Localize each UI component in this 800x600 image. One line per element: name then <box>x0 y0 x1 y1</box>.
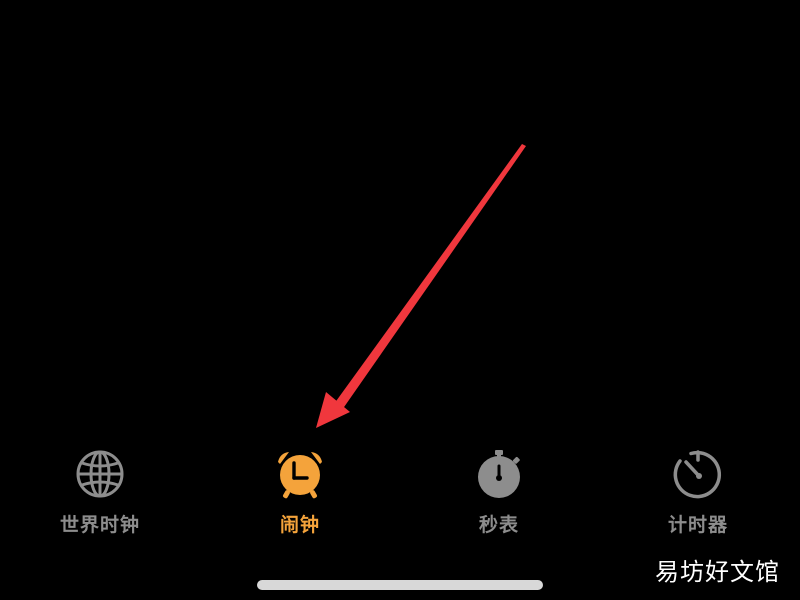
alarm-clock-icon <box>278 452 322 499</box>
tab-label-timer: 计时器 <box>667 514 728 536</box>
tab-timer[interactable]: 计时器 <box>618 448 778 540</box>
timer-icon <box>673 450 721 499</box>
tab-bar: 世界时钟 闹钟 秒表 计时器 <box>0 440 800 550</box>
tab-stopwatch[interactable]: 秒表 <box>419 448 579 540</box>
clock-app-screen: 世界时钟 闹钟 秒表 计时器 易坊好文馆 <box>0 0 800 600</box>
tab-world-clock[interactable]: 世界时钟 <box>20 448 180 540</box>
stopwatch-icon <box>478 450 520 498</box>
tab-label-stopwatch: 秒表 <box>478 514 519 536</box>
tab-label-alarm: 闹钟 <box>279 514 320 536</box>
home-indicator[interactable] <box>257 580 543 590</box>
annotation-arrow-shaft <box>334 144 526 410</box>
globe-icon <box>76 450 124 498</box>
annotation-arrow-head <box>316 392 350 428</box>
tab-label-world-clock: 世界时钟 <box>59 514 140 536</box>
watermark-text: 易坊好文馆 <box>655 558 780 586</box>
tab-alarm[interactable]: 闹钟 <box>220 448 380 540</box>
